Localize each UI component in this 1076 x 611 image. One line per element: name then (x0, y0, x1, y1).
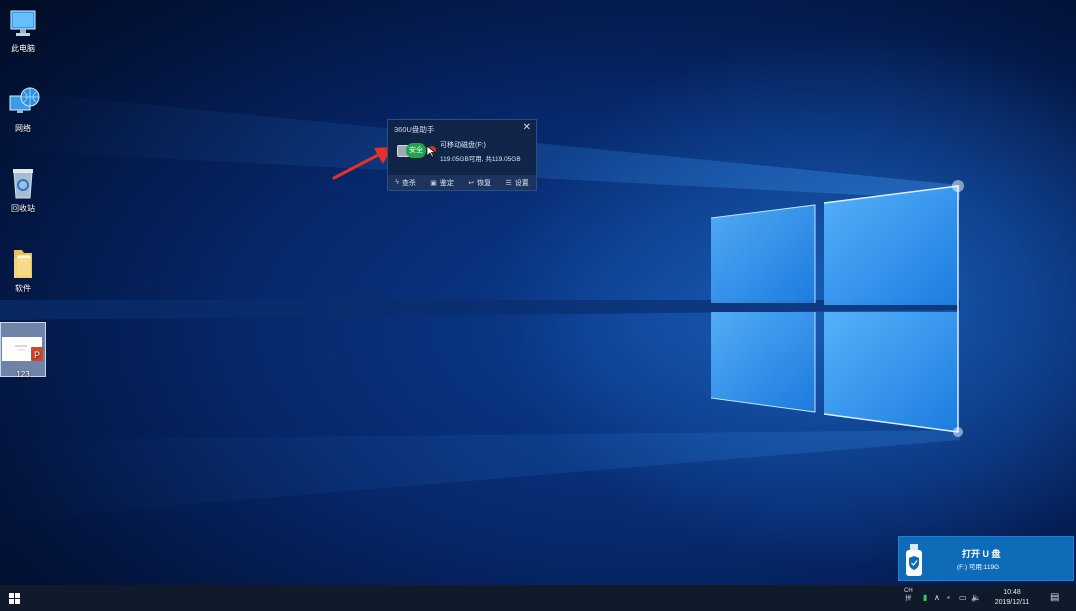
folder-icon (14, 250, 32, 278)
drive-name: 可移动磁盘(F:) (440, 142, 486, 149)
powerpoint-file-icon: P (2, 337, 43, 361)
taskbar: CH 拼 ▮ ∧ ▪ ▭ 🔈 10:48 2019/12/11 ▤ (0, 585, 1076, 611)
input-method-indicator[interactable]: CH 拼 (904, 587, 913, 603)
identify-label: 鉴定 (439, 179, 454, 187)
ime-mode: 拼 (905, 596, 912, 602)
action-center-icon[interactable]: ▤ (1050, 592, 1059, 603)
settings-button[interactable]: ☰ 设置 (506, 178, 529, 188)
restore-icon: ↩ (468, 179, 475, 187)
desktop-icon-label: 软件 (15, 284, 31, 293)
notification-title: 打开 U 盘 (962, 549, 1001, 559)
recycle-bin-icon (13, 169, 33, 199)
close-icon[interactable]: ✕ (523, 122, 531, 133)
identify-button[interactable]: ▣ 鉴定 (430, 178, 454, 188)
restore-button[interactable]: ↩ 恢复 (468, 178, 491, 188)
open-usb-notification[interactable]: 打开 U 盘 (F:) 可用:119G (898, 536, 1074, 581)
desktop-icon-label: 网络 (15, 124, 31, 133)
desktop-icon-label: 此电脑 (11, 44, 35, 53)
usb-tray-icon[interactable]: ▪ (947, 593, 950, 602)
desktop: 此电脑 网络 回收站 软件 P 123 360U盘助手 ✕ 安全 可移动磁盘(F… (0, 0, 1076, 585)
clock-time: 10:48 (1003, 589, 1021, 596)
ime-language: CH (904, 588, 913, 594)
clock-date: 2019/12/11 (994, 599, 1030, 606)
desktop-icon-ppt-file[interactable]: P 123 (0, 322, 46, 379)
windows-wallpaper (0, 90, 964, 520)
volume-icon[interactable]: 🔈 (971, 593, 981, 602)
windows-logo-icon (8, 592, 20, 604)
computer-icon (10, 10, 36, 36)
svg-text:P: P (34, 350, 40, 360)
notification-subtitle: (F:) 可用:119G (957, 564, 1000, 571)
usb-shield-icon (906, 544, 922, 576)
widget-toolbar: ϟ 查杀 ▣ 鉴定 ↩ 恢复 ☰ 设置 (388, 175, 536, 190)
widget-title: 360U盘助手 (394, 125, 435, 134)
battery-icon[interactable]: ▮ (923, 593, 927, 602)
lock-icon: ▣ (430, 179, 437, 187)
desktop-icon-recycle-bin[interactable]: 回收站 (0, 166, 46, 214)
network-icon (9, 87, 40, 113)
scan-label: 查杀 (401, 179, 416, 187)
drive-space: 119.05GB可用, 共119.05GB (440, 156, 521, 163)
restore-label: 恢复 (477, 179, 492, 187)
mouse-cursor-icon (427, 146, 435, 158)
desktop-icon-this-pc[interactable]: 此电脑 (0, 8, 46, 54)
usb-assistant-widget: 360U盘助手 ✕ 安全 可移动磁盘(F:) 119.05GB可用, 共119.… (387, 119, 537, 191)
settings-label: 设置 (514, 179, 529, 187)
system-tray: CH 拼 ▮ ∧ ▪ ▭ 🔈 10:48 2019/12/11 ▤ (896, 585, 1076, 611)
safe-status-badge[interactable]: 安全 (406, 143, 426, 158)
desktop-icon-software-folder[interactable]: 软件 (0, 246, 46, 294)
chevron-up-icon[interactable]: ∧ (934, 593, 940, 602)
list-icon: ☰ (505, 179, 512, 187)
desktop-icon-network[interactable]: 网络 (0, 86, 46, 134)
monitor-icon[interactable]: ▭ (959, 593, 967, 602)
start-button[interactable] (0, 585, 28, 611)
scan-button[interactable]: ϟ 查杀 (395, 178, 416, 188)
desktop-icon-label: 回收站 (11, 204, 35, 213)
desktop-icon-label: 123 (16, 370, 30, 379)
bolt-icon: ϟ (395, 179, 399, 186)
clock[interactable]: 10:48 2019/12/11 (989, 588, 1035, 608)
